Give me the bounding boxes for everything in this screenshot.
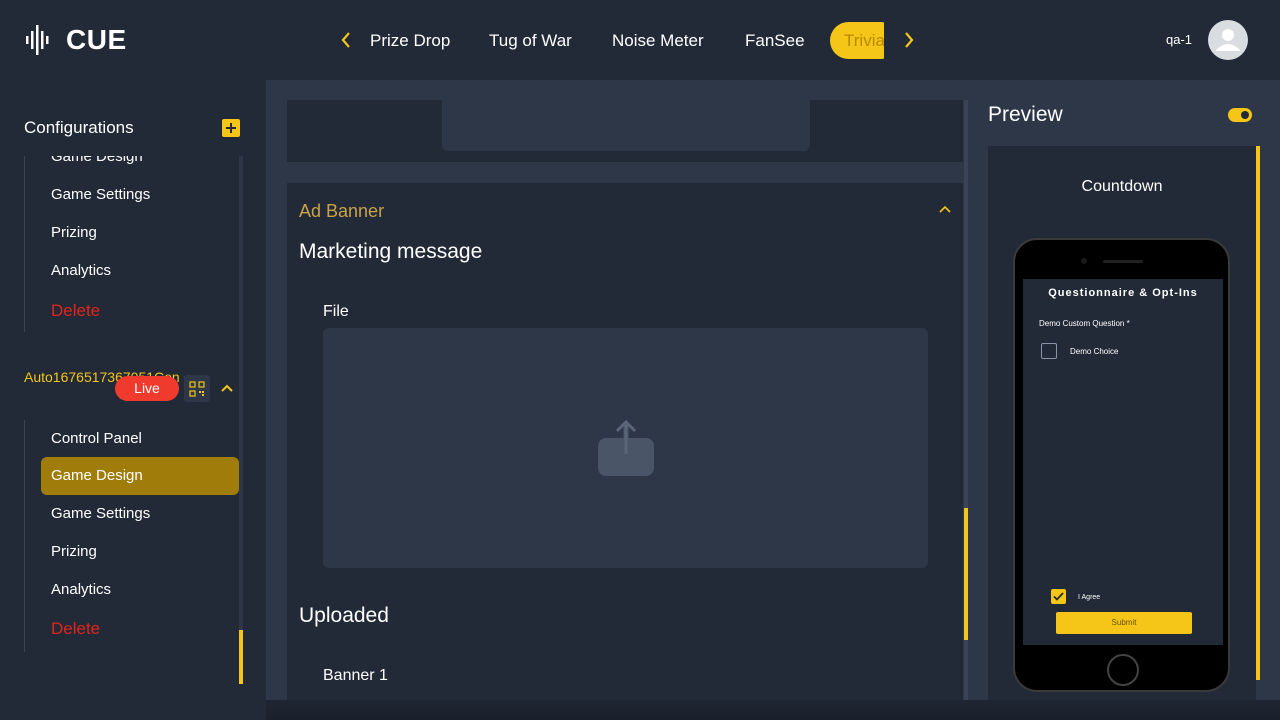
sidebar-title: Configurations — [24, 118, 134, 137]
agree-checkbox[interactable] — [1051, 589, 1066, 604]
sidebar-item-game-design[interactable]: Game Design — [41, 156, 239, 176]
phone-home-button — [1107, 654, 1139, 686]
phone-speaker — [1103, 260, 1143, 263]
sidebar-item-delete[interactable]: Delete — [41, 292, 239, 330]
demo-choice-checkbox[interactable] — [1041, 343, 1057, 359]
top-navigation-bar: CUE Prize Drop Tug of War Noise Meter Fa… — [0, 0, 1280, 80]
qr-code-icon — [189, 380, 205, 397]
cue-logo[interactable]: CUE — [24, 22, 127, 58]
demo-choice-label: Demo Choice — [1070, 347, 1119, 356]
check-icon — [1053, 592, 1064, 601]
previous-section-card — [287, 100, 963, 162]
sidebar-item-game-design-selected[interactable]: Game Design — [41, 457, 239, 495]
ad-banner-title[interactable]: Ad Banner — [299, 201, 384, 222]
sidebar-scrollbar-track[interactable] — [239, 156, 243, 684]
logo-text: CUE — [66, 24, 127, 55]
avatar[interactable] — [1208, 20, 1248, 60]
tabs-scroll-left-button[interactable] — [336, 28, 356, 52]
sidebar-scrollbar-thumb[interactable] — [239, 630, 243, 684]
file-upload-dropzone[interactable] — [323, 328, 928, 568]
sidebar-item-game-settings[interactable]: Game Settings — [41, 495, 239, 533]
chevron-left-icon — [341, 32, 350, 48]
agree-label: I Agree — [1078, 594, 1101, 601]
sidebar: Configurations Game Design Game Settings… — [0, 80, 266, 720]
collapse-event-button[interactable] — [218, 379, 236, 397]
tab-tug-of-war[interactable]: Tug of War — [489, 22, 572, 59]
preview-title: Preview — [988, 103, 1063, 126]
user-icon — [1216, 29, 1240, 51]
chevron-up-icon — [221, 384, 233, 392]
config-list-1: Game Design Game Settings Prizing Analyt… — [24, 156, 240, 332]
upload-icon — [597, 419, 654, 476]
game-tabs: Prize Drop Tug of War Noise Meter FanSee… — [360, 22, 884, 59]
main-content: Ad Banner Marketing message File Uploade… — [266, 80, 970, 720]
qr-code-button[interactable] — [184, 375, 210, 402]
phone-mockup: Questionnaire & Opt-Ins Demo Custom Ques… — [1013, 238, 1230, 692]
tabs-scroll-right-button[interactable] — [899, 28, 919, 52]
add-configuration-button[interactable] — [222, 119, 240, 137]
collapse-ad-banner-button[interactable] — [935, 201, 955, 217]
phone-camera — [1081, 258, 1087, 264]
event-name[interactable]: Auto1676517367051Con — [24, 367, 180, 388]
bottom-edge — [266, 700, 1280, 720]
logo-waveform-icon — [26, 25, 49, 55]
preview-screen-title: Countdown — [1081, 178, 1163, 195]
phone-question: Demo Custom Question * — [1039, 319, 1130, 328]
preview-toggle[interactable] — [1228, 108, 1252, 122]
chevron-up-icon — [939, 205, 951, 213]
ad-banner-card: Ad Banner Marketing message File Uploade… — [287, 183, 963, 720]
file-label: File — [323, 303, 349, 320]
main-scrollbar-thumb[interactable] — [964, 508, 968, 640]
config-list-2: Control Panel Game Design Game Settings … — [24, 420, 240, 652]
tab-trivia[interactable]: Trivia — [830, 22, 884, 59]
tab-fansee[interactable]: FanSee — [745, 22, 805, 59]
sidebar-item-game-settings[interactable]: Game Settings — [41, 176, 239, 214]
sidebar-item-delete[interactable]: Delete — [41, 610, 239, 648]
uploaded-heading: Uploaded — [299, 604, 389, 627]
toggle-knob — [1241, 111, 1249, 119]
chevron-right-icon — [905, 32, 914, 48]
plus-icon — [226, 123, 236, 133]
submit-button[interactable]: Submit — [1056, 612, 1192, 634]
marketing-message-heading: Marketing message — [299, 240, 483, 263]
preview-scrollbar[interactable] — [1256, 146, 1260, 680]
live-status-badge: Live — [115, 376, 179, 401]
sidebar-item-analytics[interactable]: Analytics — [41, 252, 239, 290]
user-name: qa-1 — [1166, 32, 1193, 47]
sidebar-item-control-panel[interactable]: Control Panel — [41, 420, 239, 458]
phone-heading: Questionnaire & Opt-Ins — [1048, 287, 1198, 299]
tab-noise-meter[interactable]: Noise Meter — [612, 22, 704, 59]
previous-section-box — [442, 100, 810, 151]
banner-item-label: Banner 1 — [323, 667, 388, 684]
phone-screen: Questionnaire & Opt-Ins Demo Custom Ques… — [1023, 279, 1223, 645]
sidebar-item-prizing[interactable]: Prizing — [41, 214, 239, 252]
tab-prize-drop[interactable]: Prize Drop — [370, 22, 450, 59]
sidebar-item-analytics[interactable]: Analytics — [41, 571, 239, 609]
sidebar-item-prizing[interactable]: Prizing — [41, 533, 239, 571]
